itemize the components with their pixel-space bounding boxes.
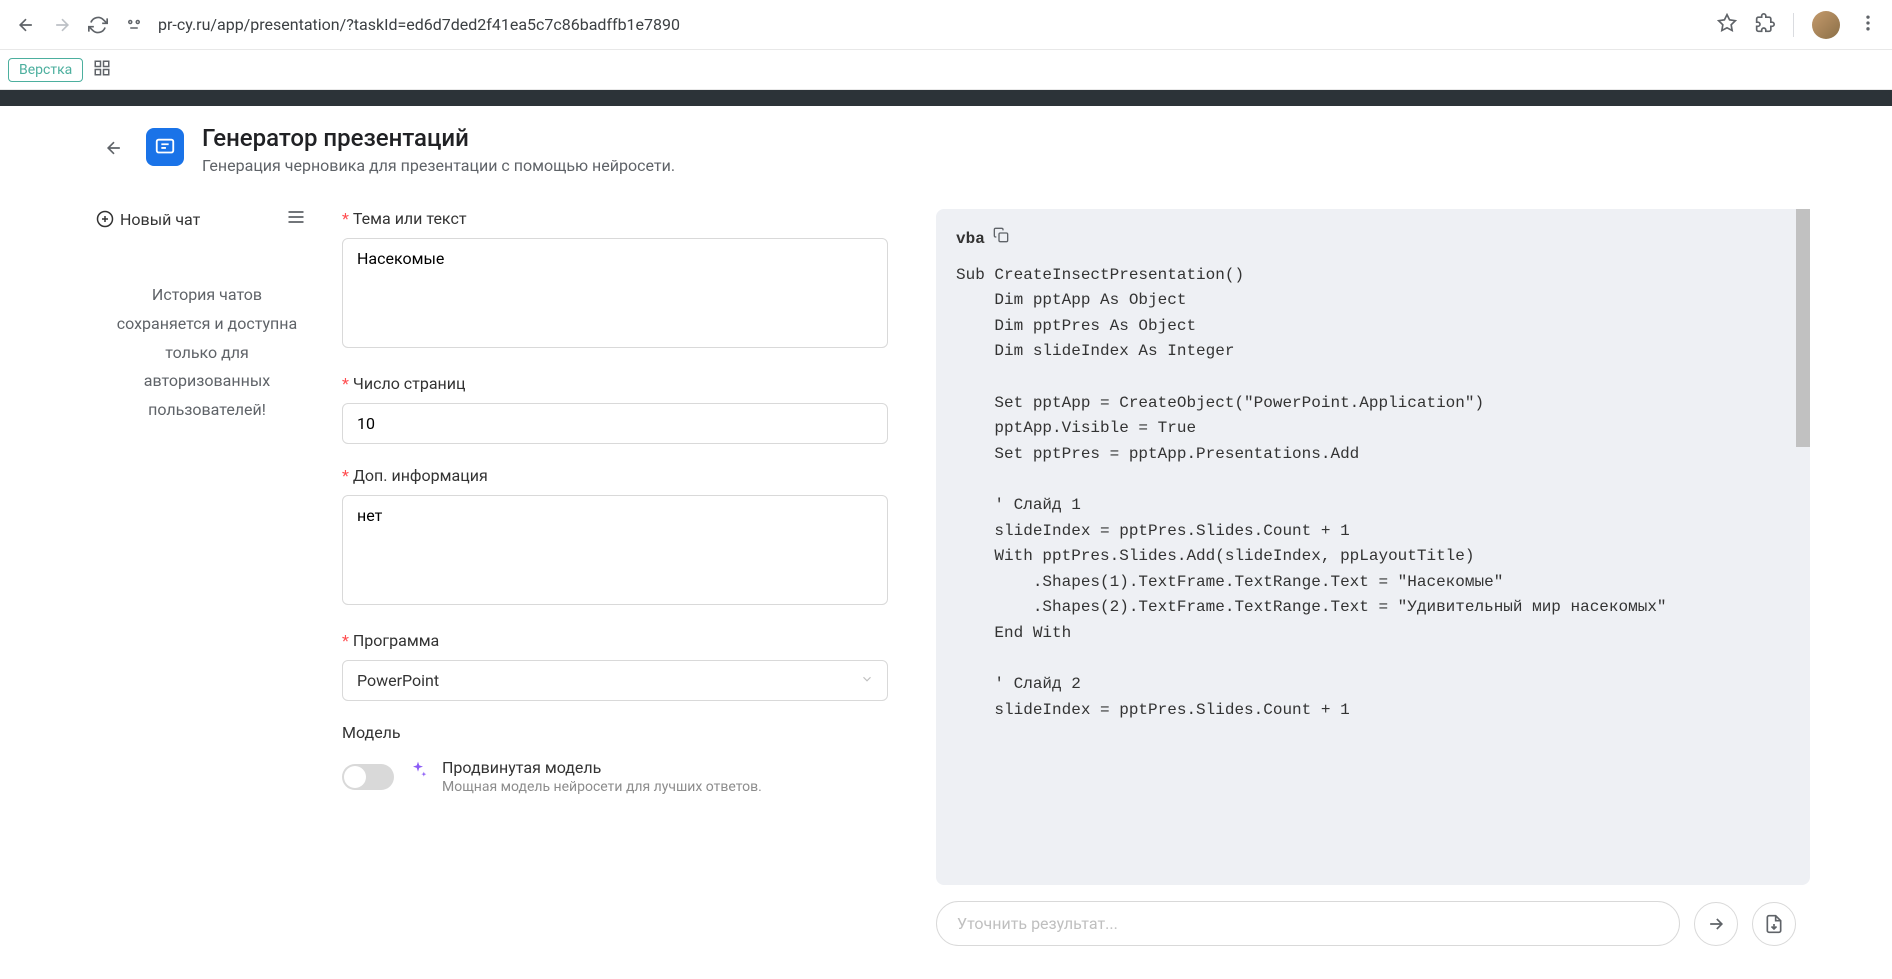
app-back-icon[interactable] — [100, 134, 128, 162]
profile-avatar[interactable] — [1812, 11, 1840, 39]
forward-arrow-icon[interactable] — [50, 13, 74, 37]
output-panel: vba Sub CreateInsectPresentation() Dim p… — [912, 193, 1810, 962]
copy-icon[interactable] — [993, 227, 1009, 253]
url-bar[interactable]: pr-cy.ru/app/presentation/?taskId=ed6d7d… — [158, 15, 1705, 34]
menu-dots-icon[interactable] — [1858, 13, 1878, 37]
pages-input[interactable] — [342, 403, 888, 444]
back-arrow-icon[interactable] — [14, 13, 38, 37]
required-asterisk: * — [342, 374, 349, 393]
topic-input[interactable]: Насекомые — [342, 238, 888, 348]
required-asterisk: * — [342, 466, 349, 485]
dark-strip — [0, 90, 1892, 106]
program-label: Программа — [353, 631, 439, 650]
bookmarks-bar: Верстка — [0, 50, 1892, 90]
app-header: Генератор презентаций Генерация черновик… — [0, 106, 1892, 193]
required-asterisk: * — [342, 631, 349, 650]
bookmark-item[interactable]: Верстка — [8, 58, 83, 82]
sidebar: Новый чат История чатов сохраняется и до… — [82, 193, 318, 962]
sidebar-menu-icon[interactable] — [286, 207, 306, 231]
form-panel: *Тема или текст Насекомые *Число страниц… — [318, 193, 912, 962]
advanced-model-subtitle: Мощная модель нейросети для лучших ответ… — [442, 779, 762, 795]
code-text[interactable]: Sub CreateInsectPresentation() Dim pptAp… — [956, 263, 1790, 724]
output-scrollbar[interactable] — [1796, 209, 1810, 888]
extra-input[interactable]: нет — [342, 495, 888, 605]
app-logo-icon — [146, 128, 184, 166]
topic-label: Тема или текст — [353, 209, 467, 228]
code-language-label: vba — [956, 227, 985, 253]
pages-label: Число страниц — [353, 374, 466, 393]
download-button[interactable] — [1752, 902, 1796, 946]
page-subtitle: Генерация черновика для презентации с по… — [202, 156, 675, 175]
advanced-model-title: Продвинутая модель — [442, 758, 762, 777]
browser-toolbar: pr-cy.ru/app/presentation/?taskId=ed6d7d… — [0, 0, 1892, 50]
site-info-icon[interactable] — [122, 13, 146, 37]
sparkle-icon — [408, 760, 428, 784]
required-asterisk: * — [342, 209, 349, 228]
extensions-icon[interactable] — [1755, 13, 1775, 37]
reload-icon[interactable] — [86, 13, 110, 37]
advanced-model-toggle[interactable] — [342, 764, 394, 790]
apps-grid-icon[interactable] — [93, 59, 111, 81]
program-select[interactable]: PowerPoint — [342, 660, 888, 701]
model-label: Модель — [342, 723, 888, 742]
refine-input[interactable] — [936, 901, 1680, 946]
send-button[interactable] — [1694, 902, 1738, 946]
sidebar-message: История чатов сохраняется и доступна тол… — [96, 231, 318, 425]
extra-label: Доп. информация — [353, 466, 488, 485]
code-block: vba Sub CreateInsectPresentation() Dim p… — [936, 209, 1810, 885]
bookmark-star-icon[interactable] — [1717, 13, 1737, 37]
page-title: Генератор презентаций — [202, 124, 675, 152]
toolbar-divider — [1793, 13, 1794, 37]
new-chat-label: Новый чат — [120, 210, 200, 229]
new-chat-button[interactable]: Новый чат — [96, 210, 200, 229]
